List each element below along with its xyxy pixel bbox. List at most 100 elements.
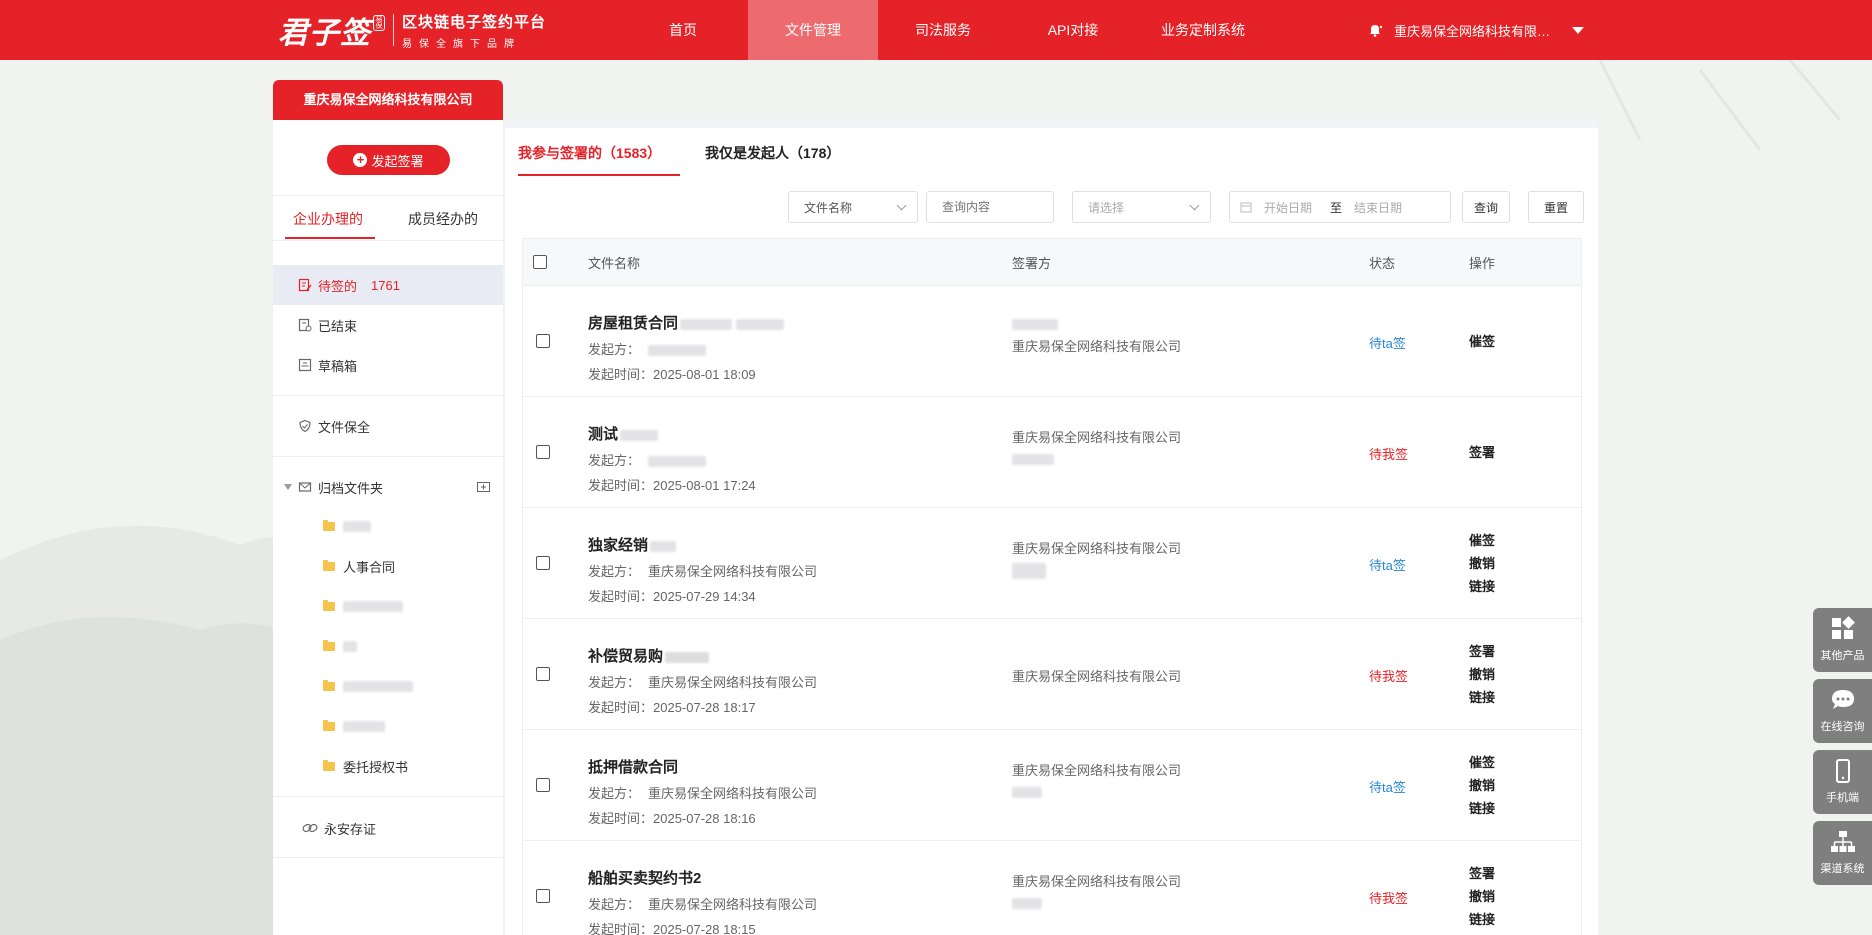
sidebar-item-pending[interactable]: 待签的 1761: [273, 265, 503, 305]
table-row[interactable]: 测试 发起方： 发起时间：2025-08-01 17:24 重庆易保全网络科技有…: [522, 397, 1582, 508]
table-row[interactable]: 补偿贸易购 发起方： 重庆易保全网络科技有限公司 发起时间：2025-07-28 …: [522, 619, 1582, 730]
action-revoke[interactable]: 撤销: [1469, 774, 1495, 797]
action-sign[interactable]: 签署: [1469, 640, 1495, 663]
action-link[interactable]: 链接: [1469, 575, 1495, 598]
party-cell: 重庆易保全网络科技有限公司: [1012, 538, 1181, 579]
doc-title[interactable]: 补偿贸易购: [588, 645, 817, 666]
sidebar-item-drafts[interactable]: 草稿箱: [273, 345, 503, 385]
tab-initiator-only[interactable]: 我仅是发起人（178）: [705, 143, 840, 163]
row-checkbox[interactable]: [536, 889, 550, 903]
action-link[interactable]: 链接: [1469, 797, 1495, 820]
nav-file-management[interactable]: 文件管理: [748, 0, 878, 60]
row-checkbox[interactable]: [536, 667, 550, 681]
nav-home[interactable]: 首页: [618, 0, 748, 60]
row-checkbox[interactable]: [536, 556, 550, 570]
float-online-consult[interactable]: 在线咨询: [1813, 679, 1872, 743]
doc-title[interactable]: 独家经销: [588, 534, 817, 555]
nav-custom-system[interactable]: 业务定制系统: [1138, 0, 1268, 60]
action-remind[interactable]: 催签: [1469, 330, 1495, 353]
row-checkbox[interactable]: [536, 334, 550, 348]
action-cell: 签署 撤销 链接: [1469, 862, 1495, 931]
action-revoke[interactable]: 撤销: [1469, 885, 1495, 908]
header-user-area: 重庆易保全网络科技有限公司: [1368, 0, 1584, 60]
end-date-placeholder[interactable]: 结束日期: [1354, 199, 1402, 216]
doc-title[interactable]: 船舶买卖契约书2: [588, 867, 817, 888]
add-folder-icon[interactable]: [477, 481, 490, 492]
start-date-placeholder[interactable]: 开始日期: [1264, 199, 1330, 216]
action-remind[interactable]: 催签: [1469, 751, 1495, 774]
doc-title-text: 独家经销: [588, 537, 649, 554]
time-label: 发起时间：: [588, 478, 654, 493]
search-button[interactable]: 查询: [1462, 191, 1510, 223]
sidebar-item-finished[interactable]: 已结束: [273, 305, 503, 345]
header-file-name: 文件名称: [588, 255, 641, 271]
float-mobile[interactable]: 手机端: [1813, 750, 1872, 814]
action-sign[interactable]: 签署: [1469, 862, 1495, 885]
float-label: 其他产品: [1820, 650, 1865, 662]
table-row[interactable]: 船舶买卖契约书2 发起方： 重庆易保全网络科技有限公司 发起时间：2025-07-…: [522, 841, 1582, 935]
nav-api[interactable]: API对接: [1008, 0, 1138, 60]
party-name: 重庆易保全网络科技有限公司: [1012, 541, 1182, 556]
tab-enterprise-handled[interactable]: 企业办理的: [293, 209, 363, 229]
sidebar-item-file-preservation[interactable]: 文件保全: [273, 406, 503, 446]
brand-logo[interactable]: 君子签 易保 区块链电子签约平台 易保全旗下品牌: [278, 10, 546, 52]
redacted-text: [1012, 562, 1046, 579]
action-revoke[interactable]: 撤销: [1469, 552, 1495, 575]
action-link[interactable]: 链接: [1469, 908, 1495, 931]
tab-underline: [285, 237, 375, 239]
doc-time: 发起时间：2025-07-28 18:15: [588, 919, 817, 935]
float-channel-system[interactable]: 渠道系统: [1813, 821, 1872, 885]
status-select[interactable]: 请选择: [1072, 191, 1211, 223]
folder-item[interactable]: [323, 596, 403, 616]
query-input[interactable]: [926, 191, 1054, 223]
doc-title[interactable]: 抵押借款合同: [588, 756, 817, 777]
sidebar-item-forever-evidence[interactable]: 永安存证: [273, 808, 503, 848]
doc-time: 发起时间：2025-08-01 18:09: [588, 364, 784, 383]
doc-initiator: 发起方： 重庆易保全网络科技有限公司: [588, 561, 817, 580]
draft-box-icon: [298, 358, 312, 372]
caret-down-icon[interactable]: [1572, 26, 1584, 34]
action-revoke[interactable]: 撤销: [1469, 663, 1495, 686]
redacted-text: [680, 318, 733, 330]
table-row[interactable]: 房屋租赁合同 发起方： 发起时间：2025-08-01 18:09 重庆易保全网…: [522, 286, 1582, 397]
select-all-checkbox[interactable]: [533, 255, 547, 269]
folder-item[interactable]: 人事合同: [323, 556, 395, 576]
table-row[interactable]: 独家经销 发起方： 重庆易保全网络科技有限公司 发起时间：2025-07-29 1…: [522, 508, 1582, 619]
action-remind[interactable]: 催签: [1469, 529, 1495, 552]
reset-button[interactable]: 重置: [1528, 191, 1584, 223]
doc-title[interactable]: 房屋租赁合同: [588, 312, 785, 333]
action-link[interactable]: 链接: [1469, 686, 1495, 709]
float-other-products[interactable]: 其他产品: [1813, 608, 1872, 672]
redacted-text: [1012, 898, 1042, 910]
sidebar-item-archive[interactable]: 归档文件夹: [273, 467, 503, 507]
user-company-name[interactable]: 重庆易保全网络科技有限公司: [1394, 21, 1554, 40]
folder-icon: [323, 639, 335, 651]
nav-judicial-service[interactable]: 司法服务: [878, 0, 1008, 60]
row-checkbox[interactable]: [536, 445, 550, 459]
party-cell: 重庆易保全网络科技有限公司: [1012, 427, 1181, 466]
tab-participated[interactable]: 我参与签署的（1583）: [518, 143, 661, 163]
tab-member-handled[interactable]: 成员经办的: [408, 209, 478, 229]
folder-item[interactable]: [323, 676, 413, 696]
table-row[interactable]: 抵押借款合同 发起方： 重庆易保全网络科技有限公司 发起时间：2025-07-28…: [522, 730, 1582, 841]
doc-cell: 测试 发起方： 发起时间：2025-08-01 17:24: [588, 423, 756, 494]
folder-item[interactable]: [323, 716, 385, 736]
sidebar-item-label: 草稿箱: [318, 358, 358, 374]
folder-item[interactable]: 委托授权书: [323, 756, 408, 776]
bell-icon[interactable]: [1368, 23, 1382, 37]
party-cell: 重庆易保全网络科技有限公司: [1012, 871, 1181, 910]
start-signing-button[interactable]: + 发起签署: [327, 145, 450, 175]
folder-item[interactable]: [323, 516, 371, 536]
date-range-picker[interactable]: 开始日期 至 结束日期: [1229, 191, 1451, 223]
field-select[interactable]: 文件名称: [788, 191, 918, 223]
action-sign[interactable]: 签署: [1469, 441, 1495, 464]
folder-item[interactable]: [323, 636, 357, 656]
company-tab[interactable]: 重庆易保全网络科技有限公司: [273, 80, 503, 120]
doc-title-text: 补偿贸易购: [588, 648, 664, 665]
redacted-text: [648, 456, 707, 468]
doc-title[interactable]: 测试: [588, 423, 756, 444]
date-range-separator: 至: [1330, 200, 1343, 215]
row-checkbox[interactable]: [536, 778, 550, 792]
sidebar-tabs: 企业办理的 成员经办的: [273, 195, 503, 240]
time-value: 2025-07-28 18:15: [653, 922, 756, 935]
